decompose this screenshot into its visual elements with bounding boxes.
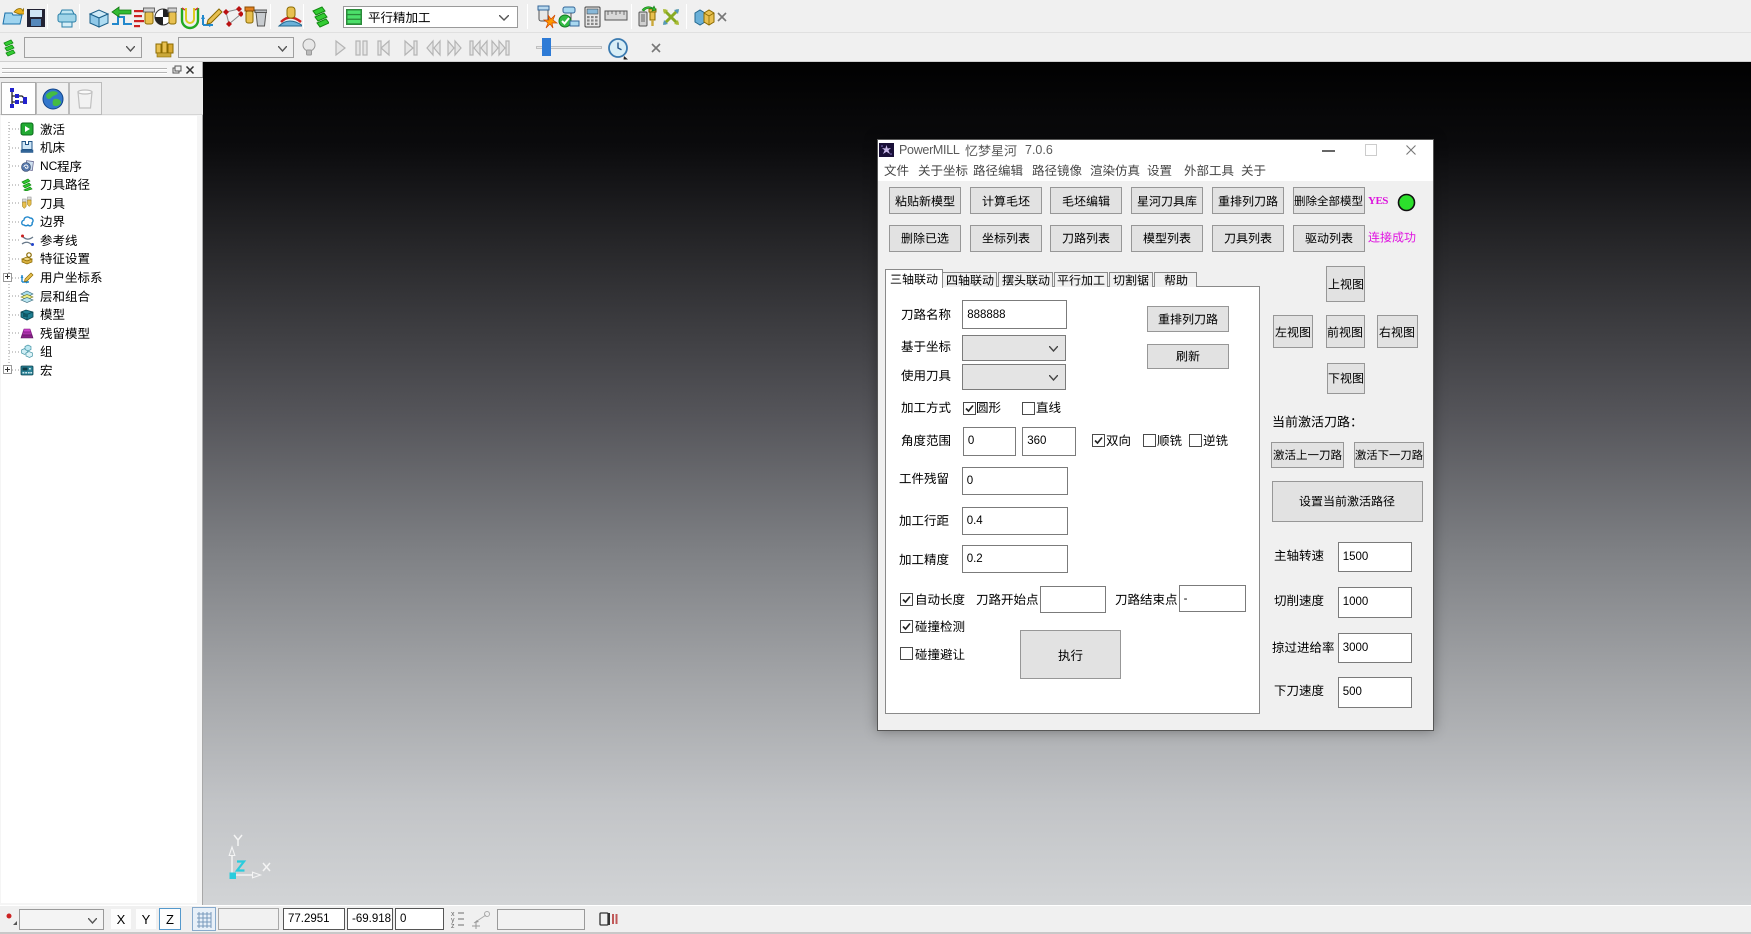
svg-text:z: z: [451, 923, 455, 929]
